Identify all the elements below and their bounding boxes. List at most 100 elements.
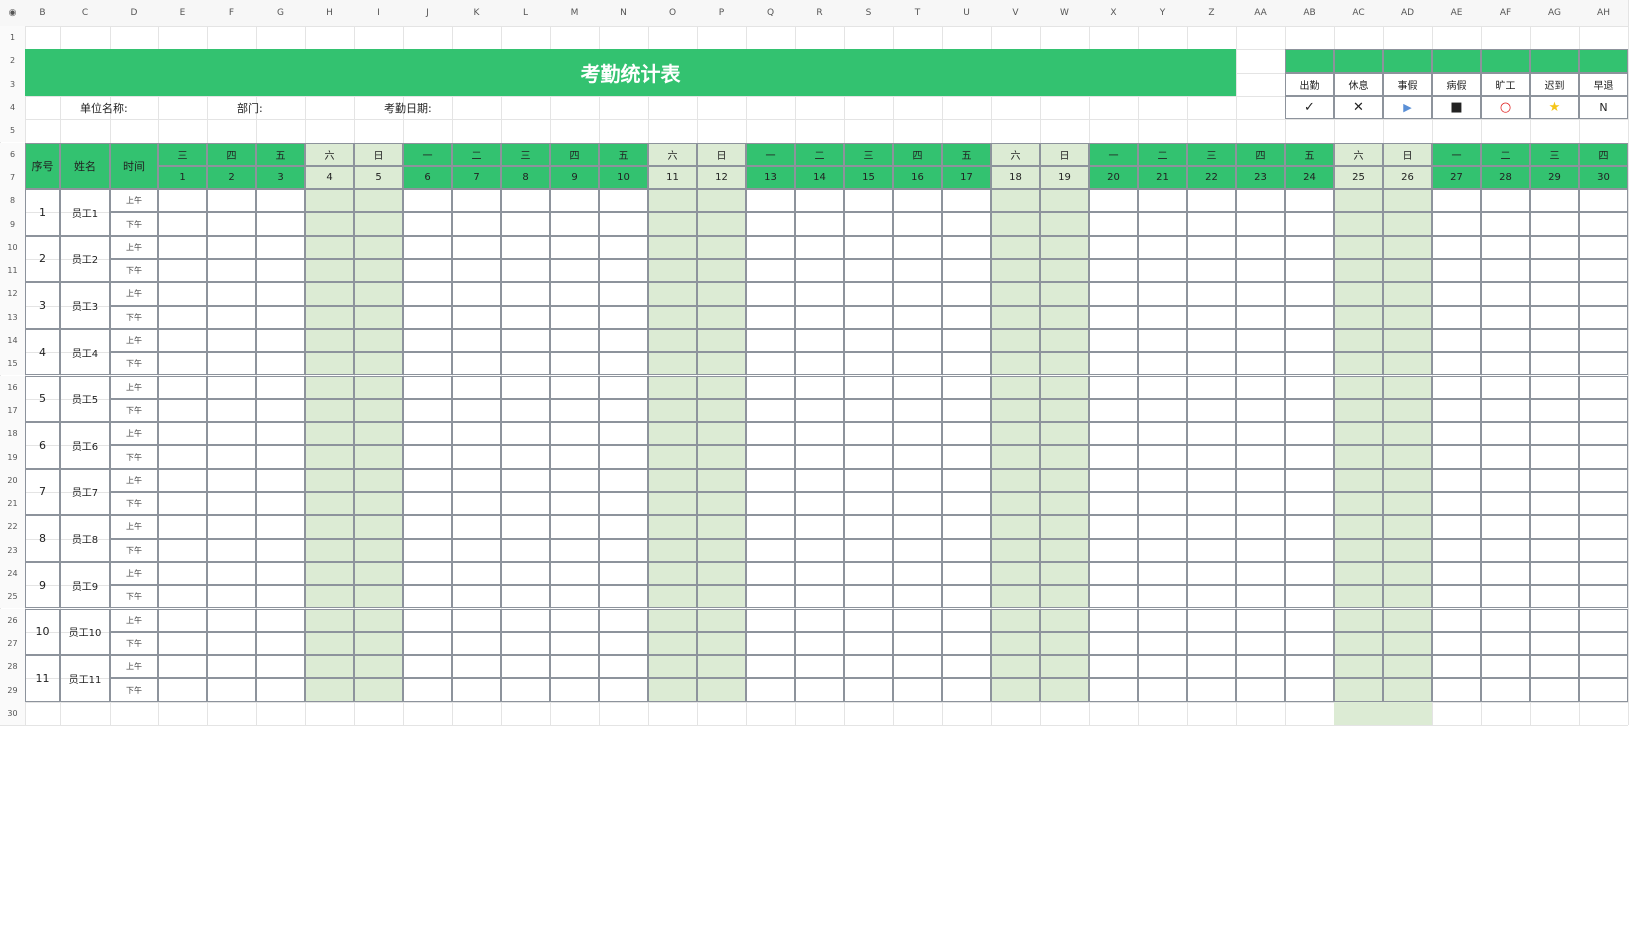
attendance-cell[interactable]: [501, 631, 550, 656]
attendance-cell[interactable]: [648, 655, 697, 679]
attendance-cell[interactable]: [844, 655, 893, 679]
attendance-cell[interactable]: [1530, 585, 1579, 609]
attendance-cell[interactable]: [1138, 212, 1187, 236]
attendance-cell[interactable]: [256, 445, 305, 469]
attendance-cell[interactable]: [991, 515, 1040, 539]
attendance-cell[interactable]: [1481, 259, 1530, 283]
attendance-cell[interactable]: [403, 235, 452, 259]
attendance-cell[interactable]: [501, 468, 550, 492]
attendance-cell[interactable]: [1383, 259, 1432, 283]
row-header[interactable]: 1: [0, 26, 25, 50]
attendance-cell[interactable]: [1138, 282, 1187, 306]
attendance-cell[interactable]: [648, 608, 697, 632]
attendance-cell[interactable]: [403, 655, 452, 679]
attendance-cell[interactable]: [452, 375, 501, 399]
column-header[interactable]: J: [403, 0, 452, 26]
attendance-cell[interactable]: [1040, 445, 1089, 469]
row-header[interactable]: 22: [0, 515, 25, 539]
attendance-cell[interactable]: [550, 259, 599, 283]
column-header[interactable]: AF: [1481, 0, 1530, 26]
attendance-cell[interactable]: [1579, 445, 1628, 469]
attendance-cell[interactable]: [403, 585, 452, 609]
attendance-cell[interactable]: [256, 375, 305, 399]
attendance-cell[interactable]: [452, 235, 501, 259]
attendance-cell[interactable]: [1285, 468, 1334, 492]
attendance-cell[interactable]: [1138, 235, 1187, 259]
attendance-cell[interactable]: [305, 608, 354, 632]
attendance-cell[interactable]: [697, 492, 746, 516]
attendance-cell[interactable]: [795, 328, 844, 353]
attendance-cell[interactable]: [1530, 608, 1579, 632]
attendance-cell[interactable]: [599, 608, 648, 632]
attendance-cell[interactable]: [844, 561, 893, 586]
attendance-cell[interactable]: [1432, 515, 1481, 539]
attendance-cell[interactable]: [1579, 212, 1628, 236]
attendance-cell[interactable]: [1089, 328, 1138, 353]
attendance-cell[interactable]: [795, 445, 844, 469]
attendance-cell[interactable]: [1383, 585, 1432, 609]
attendance-cell[interactable]: [893, 305, 942, 329]
attendance-cell[interactable]: [795, 375, 844, 399]
column-header[interactable]: W: [1040, 0, 1089, 26]
attendance-cell[interactable]: [599, 212, 648, 236]
attendance-cell[interactable]: [1334, 328, 1383, 353]
attendance-cell[interactable]: [158, 608, 207, 632]
attendance-cell[interactable]: [550, 352, 599, 376]
attendance-cell[interactable]: [1432, 492, 1481, 516]
attendance-cell[interactable]: [893, 445, 942, 469]
attendance-cell[interactable]: [1236, 631, 1285, 656]
attendance-cell[interactable]: [207, 235, 256, 259]
attendance-cell[interactable]: [1579, 655, 1628, 679]
attendance-cell[interactable]: [501, 352, 550, 376]
attendance-cell[interactable]: [648, 352, 697, 376]
attendance-cell[interactable]: [746, 352, 795, 376]
attendance-cell[interactable]: [256, 328, 305, 353]
attendance-cell[interactable]: [1187, 515, 1236, 539]
attendance-cell[interactable]: [795, 538, 844, 562]
column-header[interactable]: AG: [1530, 0, 1579, 26]
attendance-cell[interactable]: [1187, 352, 1236, 376]
row-header[interactable]: 21: [0, 492, 25, 516]
attendance-cell[interactable]: [1383, 235, 1432, 259]
attendance-cell[interactable]: [1236, 398, 1285, 423]
attendance-cell[interactable]: [599, 655, 648, 679]
attendance-cell[interactable]: [648, 212, 697, 236]
attendance-cell[interactable]: [1285, 585, 1334, 609]
attendance-cell[interactable]: [697, 282, 746, 306]
attendance-cell[interactable]: [1236, 352, 1285, 376]
attendance-cell[interactable]: [599, 189, 648, 213]
attendance-cell[interactable]: [795, 585, 844, 609]
attendance-cell[interactable]: [746, 259, 795, 283]
column-header[interactable]: F: [207, 0, 256, 26]
attendance-cell[interactable]: [354, 538, 403, 562]
attendance-cell[interactable]: [207, 538, 256, 562]
attendance-cell[interactable]: [1040, 655, 1089, 679]
row-header[interactable]: 4: [0, 95, 25, 120]
attendance-cell[interactable]: [354, 492, 403, 516]
attendance-cell[interactable]: [207, 305, 256, 329]
attendance-cell[interactable]: [158, 678, 207, 702]
attendance-cell[interactable]: [991, 608, 1040, 632]
attendance-cell[interactable]: [1187, 235, 1236, 259]
row-header[interactable]: 11: [0, 259, 25, 283]
attendance-cell[interactable]: [501, 561, 550, 586]
attendance-cell[interactable]: [1089, 678, 1138, 702]
attendance-cell[interactable]: [501, 515, 550, 539]
attendance-cell[interactable]: [844, 328, 893, 353]
attendance-cell[interactable]: [697, 468, 746, 492]
attendance-cell[interactable]: [1040, 235, 1089, 259]
attendance-cell[interactable]: [844, 259, 893, 283]
attendance-cell[interactable]: [550, 492, 599, 516]
attendance-cell[interactable]: [207, 189, 256, 213]
attendance-cell[interactable]: [1187, 655, 1236, 679]
attendance-cell[interactable]: [305, 631, 354, 656]
attendance-cell[interactable]: [452, 282, 501, 306]
row-header[interactable]: 25: [0, 585, 25, 609]
attendance-cell[interactable]: [697, 398, 746, 423]
attendance-cell[interactable]: [158, 189, 207, 213]
attendance-cell[interactable]: [1089, 305, 1138, 329]
attendance-cell[interactable]: [844, 585, 893, 609]
attendance-cell[interactable]: [795, 678, 844, 702]
attendance-cell[interactable]: [746, 189, 795, 213]
attendance-cell[interactable]: [452, 352, 501, 376]
